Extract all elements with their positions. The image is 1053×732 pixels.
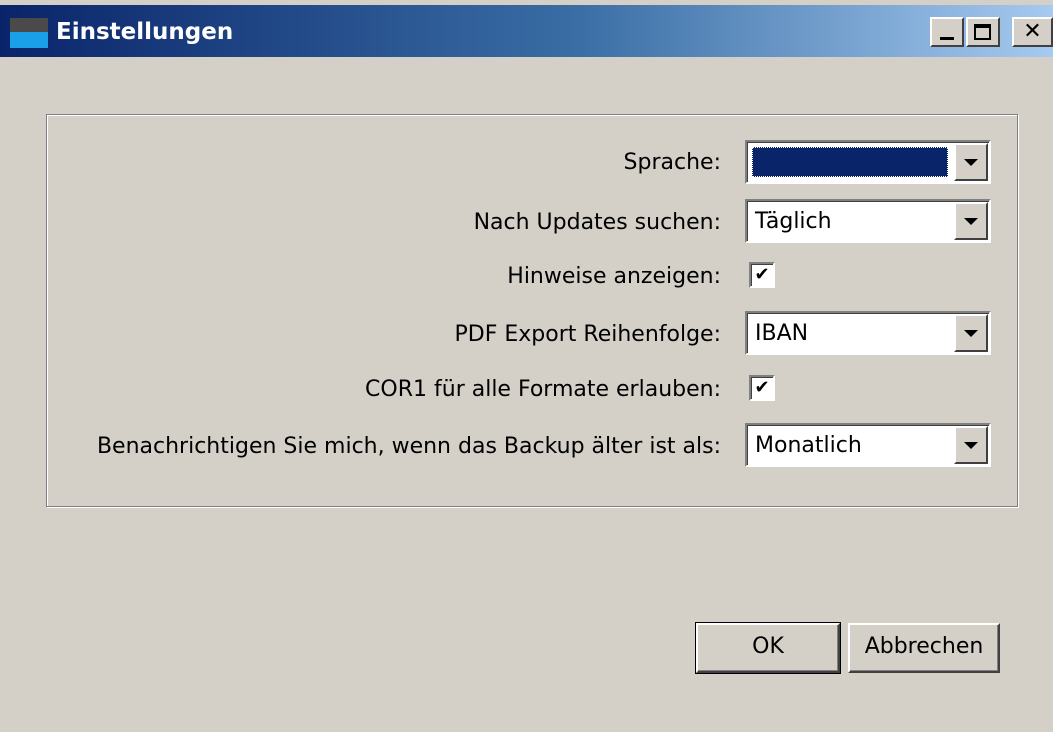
- hints-label: Hinweise anzeigen:: [507, 264, 721, 289]
- cor1-checkbox[interactable]: ✔: [749, 375, 775, 401]
- minimize-button[interactable]: [930, 17, 964, 47]
- backup-label: Benachrichtigen Sie mich, wenn das Backu…: [96, 434, 721, 459]
- cancel-button[interactable]: Abbrechen: [848, 623, 1000, 673]
- maximize-icon: [974, 24, 991, 40]
- updates-dropdown-button[interactable]: [954, 202, 988, 240]
- chevron-down-icon: [964, 330, 978, 337]
- pdf-order-select[interactable]: IBAN: [745, 311, 991, 355]
- checkmark-icon: ✔: [754, 377, 770, 398]
- updates-value: Täglich: [755, 209, 832, 234]
- close-button[interactable]: ✕: [1012, 17, 1053, 47]
- app-icon: [10, 18, 48, 48]
- updates-select[interactable]: Täglich: [745, 199, 991, 243]
- close-icon: ✕: [1023, 19, 1042, 44]
- chevron-down-icon: [964, 218, 978, 225]
- backup-select[interactable]: Monatlich: [745, 423, 991, 467]
- language-label: Sprache:: [623, 150, 721, 175]
- window-title: Einstellungen: [56, 19, 234, 45]
- backup-value: Monatlich: [755, 433, 862, 458]
- maximize-button[interactable]: [966, 17, 1000, 47]
- pdf-order-label: PDF Export Reihenfolge:: [454, 322, 721, 347]
- updates-label: Nach Updates suchen:: [473, 210, 721, 235]
- checkmark-icon: ✔: [754, 264, 770, 285]
- minimize-icon: [940, 37, 954, 40]
- settings-dialog: Einstellungen ✕ Sprache: Nach Updates su…: [0, 0, 1053, 732]
- title-bar[interactable]: Einstellungen ✕: [0, 5, 1053, 57]
- language-dropdown-button[interactable]: [954, 143, 988, 181]
- backup-dropdown-button[interactable]: [954, 426, 988, 464]
- pdf-order-dropdown-button[interactable]: [954, 314, 988, 352]
- ok-button[interactable]: OK: [695, 622, 841, 674]
- cor1-label: COR1 für alle Formate erlauben:: [365, 377, 721, 402]
- hints-checkbox[interactable]: ✔: [749, 262, 775, 288]
- chevron-down-icon: [964, 159, 978, 166]
- chevron-down-icon: [964, 442, 978, 449]
- pdf-order-value: IBAN: [755, 321, 809, 346]
- language-select[interactable]: [745, 140, 991, 184]
- language-selected-value: [752, 147, 948, 177]
